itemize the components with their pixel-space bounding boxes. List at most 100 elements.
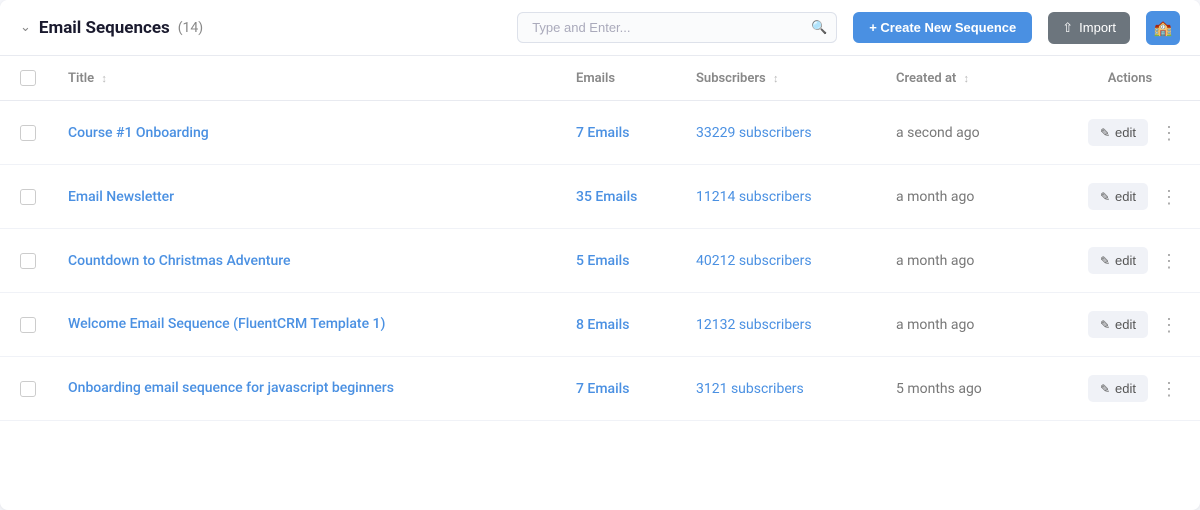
- row-actions-cell: ✎ edit ⋮: [1060, 101, 1200, 165]
- col-check-header: [0, 56, 52, 101]
- table-row: Welcome Email Sequence (FluentCRM Templa…: [0, 293, 1200, 357]
- edit-label: edit: [1115, 189, 1136, 204]
- sequences-table: Title ↕ Emails Subscribers ↕ Created at …: [0, 56, 1200, 421]
- more-options-button[interactable]: ⋮: [1154, 312, 1184, 338]
- edit-pencil-icon: ✎: [1100, 254, 1110, 268]
- row-title-cell: Welcome Email Sequence (FluentCRM Templa…: [52, 293, 560, 357]
- table-row: Email Newsletter 35 Emails 11214 subscri…: [0, 165, 1200, 229]
- row-subscribers-value: 11214 subscribers: [696, 189, 812, 205]
- import-label: Import: [1079, 20, 1116, 35]
- row-checkbox-cell: [0, 165, 52, 229]
- row-emails-value: 8 Emails: [576, 317, 629, 333]
- edit-button[interactable]: ✎ edit: [1088, 311, 1148, 338]
- table-row: Countdown to Christmas Adventure 5 Email…: [0, 229, 1200, 293]
- edit-label: edit: [1115, 125, 1136, 140]
- created-sort-icon: ↕: [964, 72, 970, 85]
- row-created-value: 5 months ago: [896, 381, 982, 397]
- edit-pencil-icon: ✎: [1100, 190, 1110, 204]
- row-emails-value: 7 Emails: [576, 381, 629, 397]
- search-input[interactable]: [517, 12, 837, 43]
- edit-pencil-icon: ✎: [1100, 126, 1110, 140]
- row-created-cell: a month ago: [880, 165, 1060, 229]
- row-subscribers-cell: 33229 subscribers: [680, 101, 880, 165]
- edit-label: edit: [1115, 253, 1136, 268]
- row-actions-cell: ✎ edit ⋮: [1060, 165, 1200, 229]
- row-subscribers-cell: 40212 subscribers: [680, 229, 880, 293]
- more-options-button[interactable]: ⋮: [1154, 184, 1184, 210]
- row-created-value: a month ago: [896, 317, 974, 333]
- edit-pencil-icon: ✎: [1100, 382, 1110, 396]
- row-subscribers-value: 33229 subscribers: [696, 125, 812, 141]
- row-subscribers-value: 3121 subscribers: [696, 381, 804, 397]
- row-title[interactable]: Email Newsletter: [68, 189, 174, 205]
- row-checkbox[interactable]: [20, 125, 36, 141]
- row-created-cell: a second ago: [880, 101, 1060, 165]
- create-sequence-button[interactable]: + Create New Sequence: [853, 12, 1032, 43]
- row-emails-cell: 5 Emails: [560, 229, 680, 293]
- row-actions-cell: ✎ edit ⋮: [1060, 229, 1200, 293]
- graduation-icon-button[interactable]: 🏫: [1146, 11, 1180, 45]
- select-all-checkbox[interactable]: [20, 70, 36, 86]
- row-title[interactable]: Welcome Email Sequence (FluentCRM Templa…: [68, 316, 385, 332]
- row-checkbox-cell: [0, 357, 52, 421]
- col-subscribers-header[interactable]: Subscribers ↕: [680, 56, 880, 101]
- row-created-value: a month ago: [896, 253, 974, 269]
- row-checkbox-cell: [0, 293, 52, 357]
- collapse-icon[interactable]: ⌄: [20, 20, 31, 35]
- edit-button[interactable]: ✎ edit: [1088, 375, 1148, 402]
- edit-button[interactable]: ✎ edit: [1088, 119, 1148, 146]
- row-created-cell: a month ago: [880, 293, 1060, 357]
- more-options-button[interactable]: ⋮: [1154, 248, 1184, 274]
- row-created-value: a month ago: [896, 189, 974, 205]
- graduation-icon: 🏫: [1154, 19, 1173, 37]
- row-title-cell: Course #1 Onboarding: [52, 101, 560, 165]
- row-emails-cell: 8 Emails: [560, 293, 680, 357]
- row-checkbox[interactable]: [20, 381, 36, 397]
- row-subscribers-cell: 12132 subscribers: [680, 293, 880, 357]
- edit-label: edit: [1115, 381, 1136, 396]
- page-title: Email Sequences: [39, 18, 170, 38]
- edit-button[interactable]: ✎ edit: [1088, 183, 1148, 210]
- row-created-cell: 5 months ago: [880, 357, 1060, 421]
- row-checkbox[interactable]: [20, 317, 36, 333]
- row-checkbox-cell: [0, 101, 52, 165]
- row-checkbox[interactable]: [20, 189, 36, 205]
- edit-pencil-icon: ✎: [1100, 318, 1110, 332]
- row-title[interactable]: Countdown to Christmas Adventure: [68, 253, 291, 269]
- row-title-cell: Email Newsletter: [52, 165, 560, 229]
- row-checkbox-cell: [0, 229, 52, 293]
- row-checkbox[interactable]: [20, 253, 36, 269]
- more-options-button[interactable]: ⋮: [1154, 120, 1184, 146]
- row-subscribers-cell: 3121 subscribers: [680, 357, 880, 421]
- edit-button[interactable]: ✎ edit: [1088, 247, 1148, 274]
- search-container: 🔍: [517, 12, 837, 43]
- row-subscribers-value: 40212 subscribers: [696, 253, 812, 269]
- more-options-button[interactable]: ⋮: [1154, 376, 1184, 402]
- row-subscribers-value: 12132 subscribers: [696, 317, 812, 333]
- title-sort-icon: ↕: [101, 72, 107, 85]
- table-header-row: Title ↕ Emails Subscribers ↕ Created at …: [0, 56, 1200, 101]
- col-actions-header: Actions: [1060, 56, 1200, 101]
- row-subscribers-cell: 11214 subscribers: [680, 165, 880, 229]
- row-emails-cell: 35 Emails: [560, 165, 680, 229]
- edit-label: edit: [1115, 317, 1136, 332]
- row-emails-value: 5 Emails: [576, 253, 629, 269]
- subscribers-sort-icon: ↕: [773, 72, 779, 85]
- row-emails-value: 7 Emails: [576, 125, 629, 141]
- col-created-header[interactable]: Created at ↕: [880, 56, 1060, 101]
- col-title-header[interactable]: Title ↕: [52, 56, 560, 101]
- import-button[interactable]: ⇧ Import: [1048, 12, 1130, 44]
- row-emails-value: 35 Emails: [576, 189, 637, 205]
- row-title[interactable]: Onboarding email sequence for javascript…: [68, 380, 394, 396]
- col-emails-header: Emails: [560, 56, 680, 101]
- sequence-count: (14): [178, 20, 203, 36]
- table-row: Course #1 Onboarding 7 Emails 33229 subs…: [0, 101, 1200, 165]
- row-emails-cell: 7 Emails: [560, 357, 680, 421]
- table-row: Onboarding email sequence for javascript…: [0, 357, 1200, 421]
- row-emails-cell: 7 Emails: [560, 101, 680, 165]
- row-title-cell: Onboarding email sequence for javascript…: [52, 357, 560, 421]
- import-icon: ⇧: [1062, 20, 1073, 36]
- row-title[interactable]: Course #1 Onboarding: [68, 125, 209, 141]
- row-created-cell: a month ago: [880, 229, 1060, 293]
- row-actions-cell: ✎ edit ⋮: [1060, 357, 1200, 421]
